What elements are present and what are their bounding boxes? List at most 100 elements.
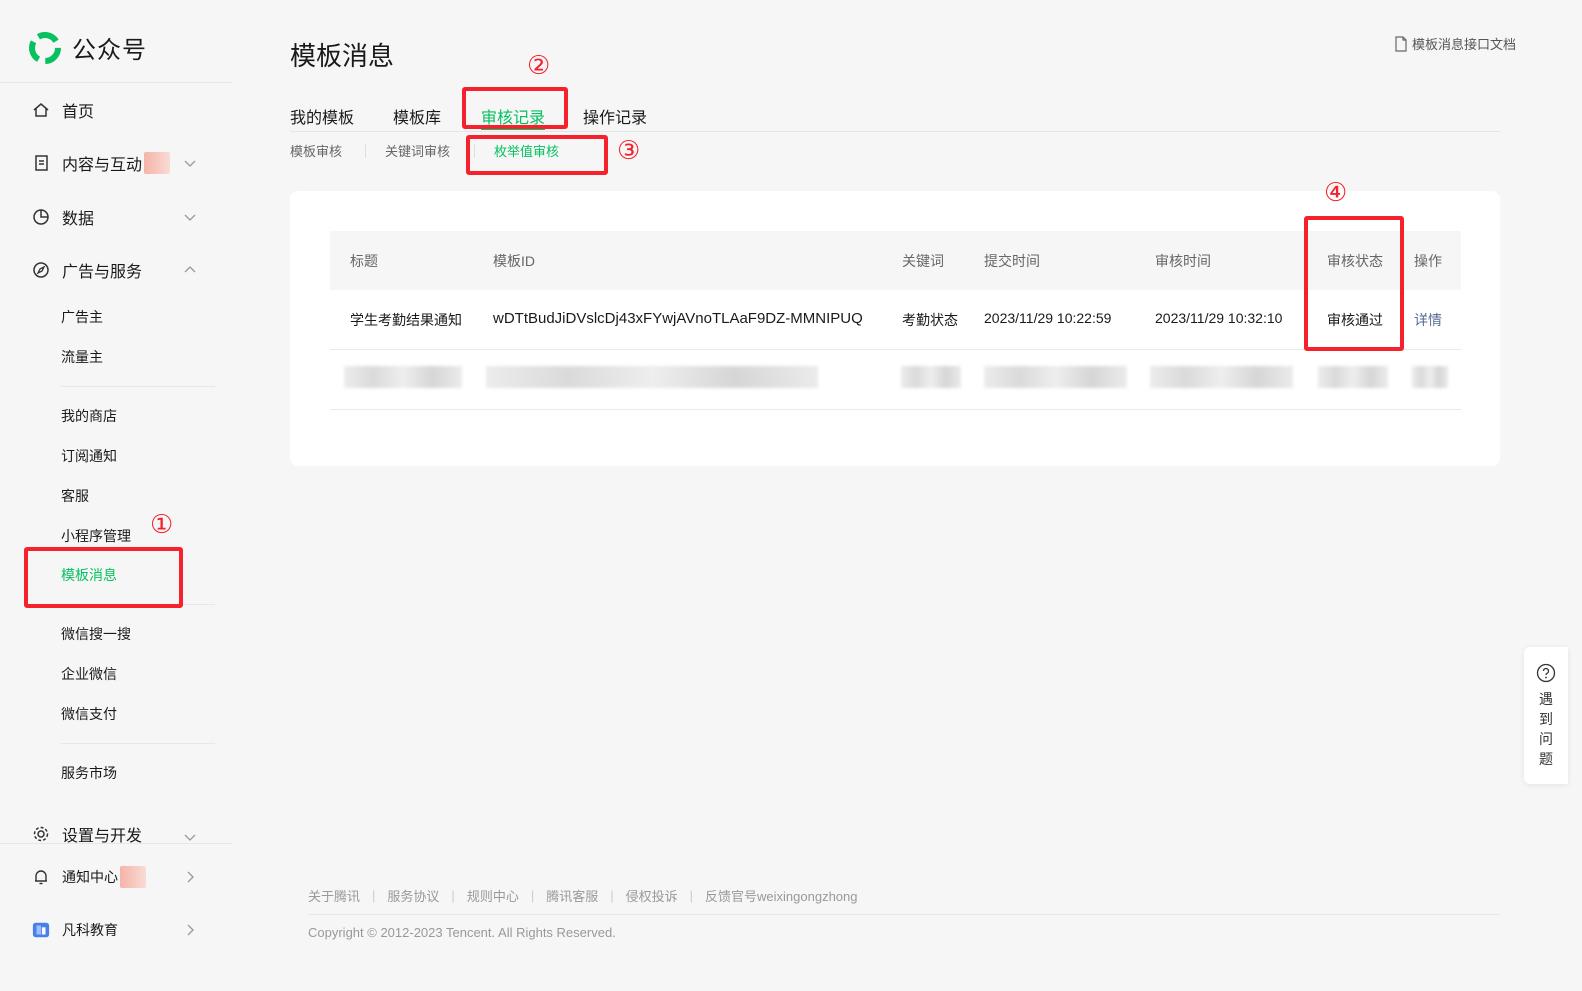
cell-review-time: 2023/11/29 10:32:10	[1155, 310, 1283, 326]
blurred-cell	[486, 366, 818, 388]
gear-icon	[32, 825, 50, 843]
help-label: 遇到问题	[1539, 691, 1553, 767]
column-header: 操作	[1414, 253, 1442, 269]
cell-submit-time: 2023/11/29 10:22:59	[984, 310, 1112, 326]
chevron-down-icon	[184, 160, 196, 167]
sidebar-item-label: 内容与互动	[62, 157, 143, 174]
sidebar-subitem-subscription[interactable]: 订阅通知	[61, 446, 117, 466]
divider	[308, 914, 1500, 915]
annotation-box	[462, 87, 568, 129]
sidebar-subitem-miniprogram[interactable]: 小程序管理	[61, 526, 131, 546]
blurred-cell	[344, 366, 462, 388]
tab-operation-records[interactable]: 操作记录	[583, 104, 647, 132]
footer-link-agreement[interactable]: 服务协议	[387, 886, 439, 905]
divider	[0, 843, 232, 844]
sidebar-item-account[interactable]: 凡科教育	[32, 918, 202, 942]
column-header: 审核时间	[1155, 253, 1211, 269]
divider: |	[372, 888, 376, 903]
annotation-number: ③	[617, 136, 641, 166]
blurred-cell	[901, 366, 961, 388]
divider	[61, 743, 215, 744]
divider: |	[451, 888, 455, 903]
subtab-template-review[interactable]: 模板审核	[290, 141, 342, 160]
table-row: 学生考勤结果通知 wDTtBudJiDVslcDj43xFYwjAVnoTLAa…	[330, 290, 1461, 350]
annotation-box	[1304, 216, 1404, 351]
blurred-cell	[1412, 366, 1448, 388]
footer-link-support[interactable]: 腾讯客服	[546, 886, 598, 905]
sidebar-item-label: 首页	[62, 104, 95, 121]
sidebar-subitem-wechat-pay[interactable]: 微信支付	[61, 704, 117, 724]
column-header: 标题	[350, 253, 378, 269]
pie-chart-icon	[32, 208, 50, 226]
blurred-cell	[1150, 366, 1293, 388]
column-header: 关键词	[902, 253, 944, 269]
page-title: 模板消息	[290, 41, 395, 71]
sidebar-item-home[interactable]: 首页	[32, 98, 202, 122]
annotation-number: ④	[1324, 178, 1348, 208]
sidebar-subitem-search[interactable]: 微信搜一搜	[61, 624, 131, 644]
cell-title: 学生考勤结果通知	[350, 312, 462, 328]
copyright: Copyright © 2012-2023 Tencent. All Right…	[308, 925, 616, 940]
table-row-blurred	[330, 350, 1461, 410]
help-button[interactable]: 遇到问题	[1524, 647, 1568, 784]
table-header: 标题 模板ID 关键词 提交时间 审核时间 审核状态 操作	[330, 231, 1461, 290]
detail-link[interactable]: 详情	[1414, 310, 1442, 330]
divider	[0, 82, 232, 83]
brand-name: 公众号	[72, 37, 147, 64]
divider	[365, 144, 366, 158]
sidebar-item-content[interactable]: 内容与互动	[32, 151, 202, 175]
blurred-cell	[984, 366, 1127, 388]
blurred-badge	[144, 152, 171, 174]
home-icon	[32, 101, 50, 119]
footer-link-rules[interactable]: 规则中心	[467, 886, 519, 905]
divider: |	[689, 888, 694, 903]
tab-template-library[interactable]: 模板库	[393, 104, 441, 132]
divider	[61, 386, 215, 387]
subtab-keyword-review[interactable]: 关键词审核	[385, 141, 450, 160]
sidebar-item-label: 通知中心	[62, 869, 118, 885]
sidebar-subitem-advertiser[interactable]: 广告主	[61, 307, 103, 327]
sidebar: 公众号 首页 内容与互动 数据 广告与服务 广告主 流量主 我的商店 订阅通知 …	[0, 0, 232, 991]
document-icon	[32, 154, 50, 172]
divider: |	[610, 888, 614, 903]
sidebar-item-settings[interactable]: 设置与开发	[32, 825, 202, 843]
wechat-official-logo-icon	[29, 31, 61, 64]
sidebar-item-notify[interactable]: 通知中心	[32, 865, 202, 889]
column-header: 提交时间	[984, 253, 1040, 269]
chevron-right-icon	[187, 924, 194, 936]
bell-icon	[32, 868, 50, 886]
cell-template-id: wDTtBudJiDVslcDj43xFYwjAVnoTLAaF9DZ-MMNI…	[493, 310, 863, 327]
sidebar-item-ads[interactable]: 广告与服务	[32, 258, 202, 282]
sidebar-subitem-customer-service[interactable]: 客服	[61, 486, 89, 506]
column-header: 模板ID	[493, 253, 535, 269]
tab-my-templates[interactable]: 我的模板	[290, 104, 354, 132]
sidebar-subitem-market[interactable]: 服务市场	[61, 763, 117, 783]
annotation-number: ②	[527, 51, 551, 81]
chevron-down-icon	[184, 834, 196, 841]
footer-link-complaint[interactable]: 侵权投诉	[626, 886, 678, 905]
annotation-number: ①	[150, 510, 174, 540]
account-name: 凡科教育	[62, 922, 118, 938]
sidebar-subitem-work-wechat[interactable]: 企业微信	[61, 664, 117, 684]
brand[interactable]: 公众号	[28, 30, 147, 65]
avatar	[32, 921, 50, 939]
divider: |	[530, 888, 535, 903]
footer-link-feedback[interactable]: 反馈官号weixingongzhong	[705, 886, 857, 905]
document-icon	[1395, 35, 1407, 52]
review-table: 标题 模板ID 关键词 提交时间 审核时间 审核状态 操作 学生考勤结果通知 w…	[330, 231, 1461, 410]
question-icon	[1536, 663, 1556, 683]
chevron-down-icon	[184, 214, 196, 221]
compass-icon	[32, 261, 50, 279]
sidebar-subitem-publisher[interactable]: 流量主	[61, 347, 103, 367]
sidebar-item-label: 数据	[62, 211, 95, 228]
cell-keyword: 考勤状态	[902, 312, 958, 328]
footer-link-about[interactable]: 关于腾讯	[308, 886, 360, 905]
sidebar-item-label: 广告与服务	[62, 264, 143, 281]
doc-link-label: 模板消息接口文档	[1411, 37, 1516, 52]
doc-link[interactable]: 模板消息接口文档	[1394, 34, 1516, 53]
sidebar-item-data[interactable]: 数据	[32, 205, 202, 229]
annotation-box	[466, 135, 608, 175]
annotation-box	[24, 547, 183, 608]
sidebar-subitem-store[interactable]: 我的商店	[61, 406, 117, 426]
chevron-up-icon	[184, 266, 196, 273]
